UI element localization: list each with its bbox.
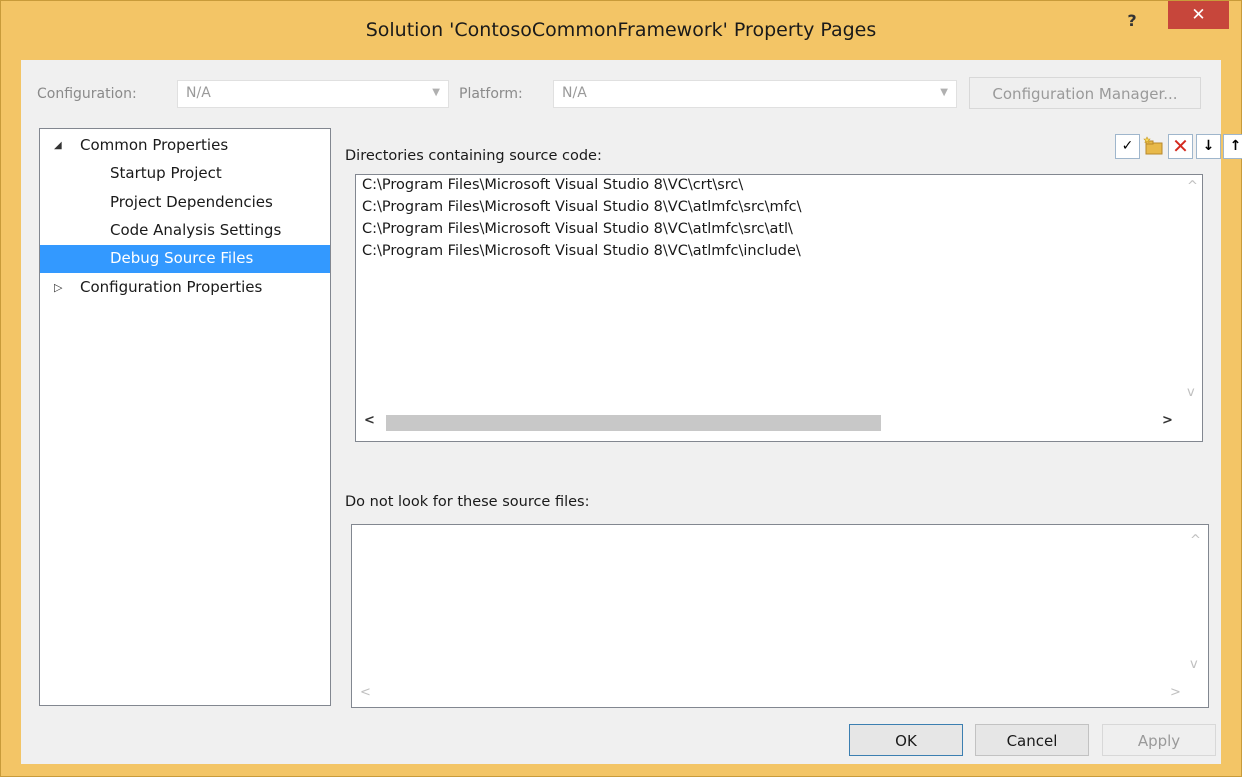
excluded-files-list[interactable]: ^ v < >	[351, 524, 1209, 708]
move-down-icon[interactable]: ↓	[1196, 134, 1221, 159]
tree-item-common-properties[interactable]: Common Properties	[80, 133, 228, 157]
list-item[interactable]: C:\Program Files\Microsoft Visual Studio…	[362, 199, 802, 215]
configuration-manager-button[interactable]: Configuration Manager...	[969, 77, 1201, 109]
tree-item-project-dependencies[interactable]: Project Dependencies	[110, 190, 273, 214]
configuration-value: N/A	[186, 85, 211, 101]
scroll-right-icon[interactable]: >	[1162, 413, 1173, 428]
delete-icon[interactable]: ✕	[1168, 134, 1193, 159]
scroll-up-icon[interactable]: ^	[1190, 533, 1201, 548]
close-button[interactable]: ✕	[1168, 1, 1229, 29]
configuration-label: Configuration:	[37, 86, 137, 102]
tree-item-configuration-properties[interactable]: Configuration Properties	[80, 275, 262, 299]
expanded-triangle-icon[interactable]: ◢	[54, 140, 62, 151]
source-directories-label: Directories containing source code:	[345, 148, 602, 164]
scroll-down-icon[interactable]: v	[1187, 385, 1195, 400]
list-item[interactable]: C:\Program Files\Microsoft Visual Studio…	[362, 243, 801, 259]
horizontal-scroll-thumb[interactable]	[386, 415, 881, 431]
vertical-scrollbar[interactable]: ^ v	[1182, 175, 1202, 411]
new-folder-icon[interactable]	[1141, 134, 1166, 159]
source-directories-list[interactable]: C:\Program Files\Microsoft Visual Studio…	[355, 174, 1203, 442]
ok-button[interactable]: OK	[849, 724, 963, 756]
cancel-button[interactable]: Cancel	[975, 724, 1089, 756]
tree-item-startup-project[interactable]: Startup Project	[110, 161, 222, 185]
scroll-down-icon[interactable]: v	[1190, 657, 1198, 672]
platform-value: N/A	[562, 85, 587, 101]
property-tree[interactable]: ◢ Common Properties Startup Project Proj…	[39, 128, 331, 706]
list-item[interactable]: C:\Program Files\Microsoft Visual Studio…	[362, 221, 793, 237]
collapsed-triangle-icon[interactable]: ▷	[54, 281, 62, 294]
title-bar[interactable]: Solution 'ContosoCommonFramework' Proper…	[1, 1, 1241, 59]
scroll-right-icon[interactable]: >	[1170, 685, 1181, 700]
new-folder-icon-graphic	[1143, 136, 1163, 155]
help-button[interactable]: ?	[1120, 9, 1144, 33]
move-up-icon[interactable]: ↑	[1223, 134, 1242, 159]
property-pages-window: Solution 'ContosoCommonFramework' Proper…	[0, 0, 1242, 777]
chevron-down-icon: ▼	[940, 87, 948, 98]
chevron-down-icon: ▼	[432, 87, 440, 98]
apply-button[interactable]: Apply	[1102, 724, 1216, 756]
scroll-left-icon[interactable]: <	[360, 685, 371, 700]
dialog-client-area: Configuration: N/A ▼ Platform: N/A ▼ Con…	[21, 60, 1242, 764]
window-title: Solution 'ContosoCommonFramework' Proper…	[365, 19, 877, 41]
excluded-files-label: Do not look for these source files:	[345, 494, 590, 510]
platform-label: Platform:	[459, 86, 523, 102]
list-item[interactable]: C:\Program Files\Microsoft Visual Studio…	[362, 177, 743, 193]
tree-item-debug-source-files[interactable]: Debug Source Files	[40, 245, 330, 273]
configuration-dropdown: N/A ▼	[177, 80, 449, 108]
scroll-left-icon[interactable]: <	[364, 413, 375, 428]
tree-item-code-analysis-settings[interactable]: Code Analysis Settings	[110, 218, 281, 242]
check-icon[interactable]: ✓	[1115, 134, 1140, 159]
horizontal-scrollbar[interactable]: < >	[356, 411, 1182, 433]
scroll-up-icon[interactable]: ^	[1187, 179, 1198, 194]
platform-dropdown: N/A ▼	[553, 80, 957, 108]
